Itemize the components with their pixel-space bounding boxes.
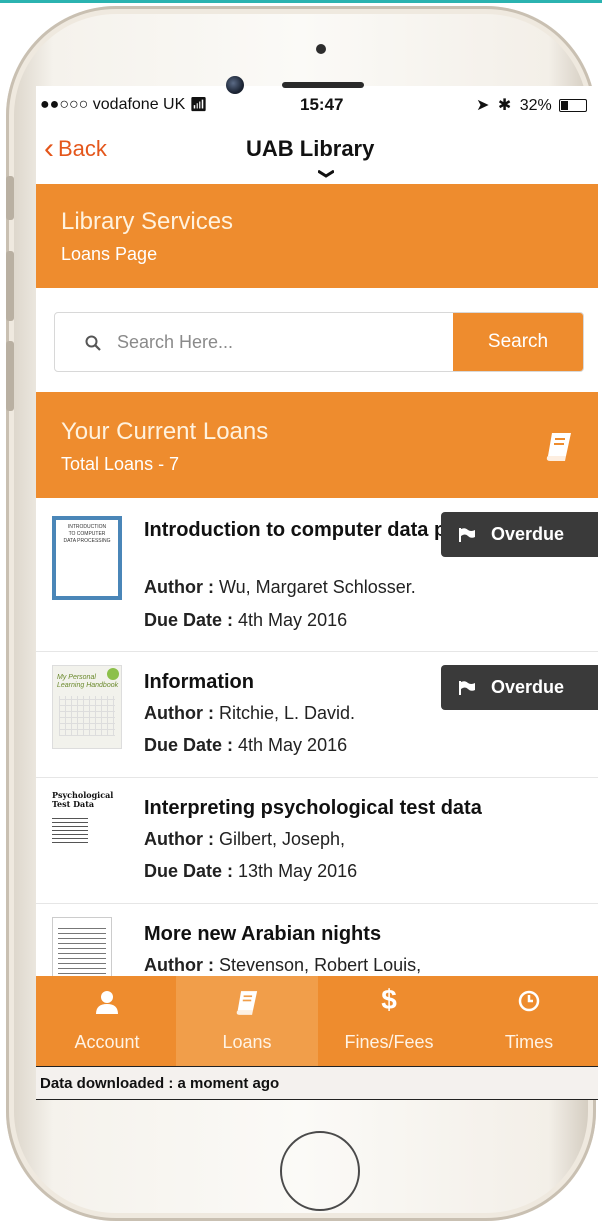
- services-title: Library Services: [61, 208, 234, 235]
- services-subtitle: Loans Page: [61, 244, 158, 264]
- book-icon: [236, 991, 258, 1015]
- loan-due-date: Due Date : 13th May 2016: [144, 861, 358, 881]
- flag-icon: [459, 527, 475, 542]
- book-cover-thumbnail: My Personal Learning Handbook: [52, 665, 122, 749]
- book-cover-thumbnail: [52, 917, 112, 976]
- bluetooth-icon: ✱: [497, 97, 512, 114]
- search-input[interactable]: [115, 313, 449, 371]
- back-button[interactable]: ‹ Back: [44, 132, 107, 165]
- home-button[interactable]: [280, 1131, 360, 1211]
- book-cover-thumbnail: INTRODUCTION TO COMPUTER DATA PROCESSING: [52, 516, 122, 600]
- user-icon: [96, 991, 118, 1014]
- tab-label: Times: [504, 1032, 554, 1052]
- battery-icon: [559, 99, 588, 113]
- cover-text: INTRODUCTION: [67, 524, 107, 530]
- tab-bar: Account Loans $ Fines/Fees Times: [36, 976, 598, 1066]
- dollar-icon: $: [381, 984, 397, 1015]
- tab-times[interactable]: Times: [458, 976, 598, 1066]
- nav-bar: ‹ Back UAB Library: [36, 120, 598, 184]
- list-item[interactable]: INTRODUCTION TO COMPUTER DATA PROCESSING…: [36, 498, 598, 652]
- tab-fines-fees[interactable]: $ Fines/Fees: [318, 976, 460, 1066]
- loan-author: Author : Stevenson, Robert Louis,: [144, 955, 422, 975]
- clock-icon: [518, 990, 540, 1012]
- earpiece-speaker: [282, 82, 364, 88]
- carrier-label: ●●○○○ vodafone UK 📶︎: [40, 96, 208, 113]
- chevron-left-icon: ‹: [44, 132, 54, 165]
- loan-author: Author : Ritchie, L. David.: [144, 703, 356, 723]
- loan-title: More new Arabian nights: [144, 923, 382, 945]
- sync-status-bar: Data downloaded : a moment ago: [36, 1066, 598, 1100]
- mute-switch: [6, 176, 14, 220]
- back-label: Back: [58, 136, 107, 161]
- loan-due-date: Due Date : 4th May 2016: [144, 735, 348, 755]
- status-right: ➤ ✱ 32%: [476, 95, 588, 115]
- cover-text: TO COMPUTER: [68, 531, 106, 537]
- window-top-accent: [0, 0, 602, 3]
- app-screen: ●●○○○ vodafone UK 📶︎ 15:47 ➤ ✱ 32% ‹ Bac…: [36, 86, 598, 1100]
- loan-due-date: Due Date : 4th May 2016: [144, 610, 348, 630]
- overdue-badge[interactable]: Overdue: [441, 665, 598, 710]
- tab-account[interactable]: Account: [36, 976, 178, 1066]
- location-icon: ➤: [476, 97, 490, 114]
- tab-label: Fines/Fees: [344, 1032, 434, 1052]
- loans-title: Your Current Loans: [61, 418, 269, 445]
- tab-loans[interactable]: Loans: [176, 976, 318, 1066]
- overdue-badge[interactable]: Overdue: [441, 512, 598, 557]
- list-item[interactable]: My Personal Learning Handbook Informatio…: [36, 651, 598, 778]
- search-icon: [85, 335, 101, 351]
- cover-text: DATA PROCESSING: [63, 538, 111, 544]
- page-title: UAB Library: [246, 136, 375, 161]
- tab-label: Loans: [222, 1032, 272, 1052]
- cover-text: Learning Handbook: [57, 682, 119, 689]
- front-sensor: [316, 44, 326, 54]
- loan-list: INTRODUCTION TO COMPUTER DATA PROCESSING…: [36, 498, 598, 976]
- tab-label: Account: [74, 1032, 140, 1052]
- search-bar: Search: [54, 312, 584, 372]
- chevron-down-icon[interactable]: [318, 170, 334, 178]
- cover-text: Test Data: [52, 799, 95, 809]
- volume-down-button: [6, 341, 14, 411]
- book-icon: [546, 433, 571, 461]
- loans-total: Total Loans - 7: [61, 454, 180, 474]
- loan-title: Interpreting psychological test data: [144, 797, 482, 819]
- sync-status-text: Data downloaded : a moment ago: [40, 1075, 280, 1092]
- list-item[interactable]: More new Arabian nights Author : Stevens…: [36, 903, 598, 976]
- wifi-icon: 📶︎: [189, 96, 208, 112]
- clock-label: 15:47: [300, 95, 344, 114]
- loan-author: Author : Gilbert, Joseph,: [144, 829, 346, 849]
- loan-author: Author : Wu, Margaret Schlosser.: [144, 577, 416, 597]
- flag-icon: [459, 680, 475, 695]
- loans-header: Your Current Loans Total Loans - 7: [36, 392, 598, 498]
- book-cover-thumbnail: Psychological Test Data: [52, 791, 114, 875]
- volume-up-button: [6, 251, 14, 321]
- battery-percent: 32%: [519, 97, 552, 114]
- search-button[interactable]: Search: [453, 313, 583, 371]
- status-bar: ●●○○○ vodafone UK 📶︎ 15:47 ➤ ✱ 32%: [36, 86, 598, 120]
- services-header: Library Services Loans Page: [36, 184, 598, 288]
- list-item[interactable]: Psychological Test Data Interpreting psy…: [36, 777, 598, 904]
- front-camera: [226, 76, 244, 94]
